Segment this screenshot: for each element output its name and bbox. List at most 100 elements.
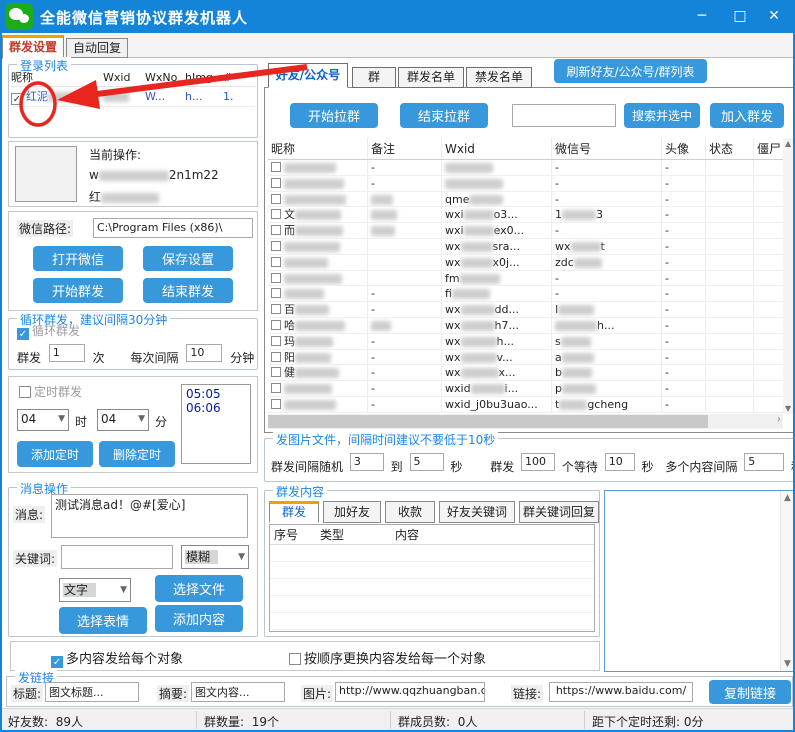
content-table-row[interactable] — [270, 579, 594, 596]
tab-forbid-list[interactable]: 禁发名单 — [466, 67, 532, 88]
row-checkbox[interactable] — [271, 399, 281, 409]
minute-select[interactable]: 04▼ — [97, 409, 149, 431]
end-mass-send-button[interactable]: 结束群发 — [143, 278, 233, 303]
wechat-path-input[interactable]: C:\Program Files (x86)\ — [93, 218, 253, 238]
row-checkbox[interactable] — [271, 194, 281, 204]
timed-send-checkbox[interactable] — [19, 386, 31, 398]
content-table-row[interactable] — [270, 596, 594, 613]
table-row[interactable]: wxsra...wxt- — [268, 239, 783, 255]
keyword-input[interactable] — [61, 545, 173, 569]
open-wechat-button[interactable]: 打开微信 — [33, 246, 123, 271]
tab-send-list[interactable]: 群发名单 — [398, 67, 464, 88]
timer-list[interactable]: 05:0506:06 — [181, 384, 251, 464]
timer-list-item[interactable]: 05:05 — [186, 387, 246, 401]
table-row[interactable]: --- — [268, 176, 783, 192]
save-settings-button[interactable]: 保存设置 — [143, 246, 233, 271]
row-checkbox[interactable] — [271, 257, 281, 267]
end-pull-group-button[interactable]: 结束拉群 — [400, 103, 488, 128]
table-row[interactable]: -wxidi...p- — [268, 381, 783, 397]
add-to-send-button[interactable]: 加入群发 — [710, 103, 784, 128]
tab-mass-send-settings[interactable]: 群发设置 — [2, 35, 64, 59]
timer-list-item[interactable]: 06:06 — [186, 401, 246, 415]
link-url-input[interactable]: https://www.baidu.com/ — [549, 682, 693, 702]
maximize-button[interactable]: □ — [729, 6, 751, 26]
login-table-row[interactable]: ✓红泥 W... h... 1. — [11, 87, 255, 107]
vertical-scrollbar[interactable]: ▲▼ — [783, 138, 795, 414]
row-checkbox[interactable] — [271, 241, 281, 251]
row-checkbox[interactable] — [271, 162, 281, 172]
close-button[interactable]: ✕ — [763, 6, 785, 26]
table-row[interactable]: fm-- — [268, 271, 783, 287]
search-input[interactable] — [512, 104, 616, 127]
link-summary-input[interactable]: 图文内容... — [191, 682, 285, 702]
hour-select[interactable]: 04▼ — [17, 409, 69, 431]
table-row[interactable]: qme-- — [268, 192, 783, 208]
interval-min-input[interactable]: 3 — [350, 453, 384, 471]
row-checkbox[interactable] — [271, 273, 281, 283]
row-checkbox[interactable] — [271, 178, 281, 188]
tab-auto-reply[interactable]: 自动回复 — [66, 38, 128, 58]
row-checkbox[interactable] — [271, 288, 281, 298]
table-row[interactable]: wxx0j...zdc- — [268, 255, 783, 271]
interval-max-input[interactable]: 5 — [410, 453, 444, 471]
message-textarea[interactable]: 测试消息ad！@#[爱心] — [51, 494, 248, 538]
content-table-row[interactable] — [270, 545, 594, 562]
search-select-button[interactable]: 搜索并选中 — [624, 103, 700, 128]
content-type-select[interactable]: 文字▼ — [59, 578, 131, 602]
loop-count-input[interactable]: 1 — [49, 344, 85, 362]
content-table-row[interactable] — [270, 562, 594, 579]
sequence-checkbox[interactable] — [289, 653, 301, 665]
row-checkbox[interactable] — [271, 352, 281, 362]
content-tab-collect[interactable]: 收款 — [385, 501, 435, 523]
log-listbox[interactable]: ▲▼ — [604, 490, 795, 672]
table-row[interactable]: -fi-- — [268, 286, 783, 302]
row-checkbox[interactable] — [271, 320, 281, 330]
tab-groups[interactable]: 群 — [352, 67, 396, 88]
content-tab-mass-send[interactable]: 群发 — [269, 501, 319, 523]
multi-content-interval-input[interactable]: 5 — [744, 453, 784, 471]
table-row[interactable]: --- — [268, 160, 783, 176]
content-tab-group-keyword[interactable]: 群关键词回复 — [519, 501, 599, 523]
link-image-input[interactable]: http://www.qqzhuangban.c — [335, 682, 485, 702]
batch-count-input[interactable]: 100 — [521, 453, 555, 471]
table-row[interactable]: 百-wxdd...I- — [268, 302, 783, 318]
select-emoji-button[interactable]: 选择表情 — [59, 607, 147, 634]
minimize-button[interactable]: ─ — [691, 6, 713, 26]
multi-content-checkbox[interactable]: ✓ — [51, 656, 63, 668]
table-row[interactable]: 阳-wxv...a- — [268, 350, 783, 366]
row-checkbox[interactable] — [271, 209, 281, 219]
select-file-button[interactable]: 选择文件 — [155, 575, 243, 602]
table-row[interactable]: -wxid_j0bu3uao...tgcheng- — [268, 397, 783, 413]
start-mass-send-button[interactable]: 开始群发 — [33, 278, 123, 303]
row-checkbox[interactable] — [271, 304, 281, 314]
delete-timer-button[interactable]: 删除定时 — [99, 441, 175, 467]
content-table-row[interactable] — [270, 613, 594, 630]
start-pull-group-button[interactable]: 开始拉群 — [290, 103, 378, 128]
table-row[interactable]: 玛-wxh...s- — [268, 334, 783, 350]
horizontal-scrollbar[interactable]: › — [268, 414, 783, 429]
table-row[interactable]: 而wxiex0...-- — [268, 223, 783, 239]
login-account-checkbox[interactable]: ✓ — [11, 93, 23, 105]
add-timer-button[interactable]: 添加定时 — [17, 441, 93, 467]
table-row[interactable]: 哈wxh7...h...- — [268, 318, 783, 334]
content-tab-add-friend[interactable]: 加好友 — [323, 501, 381, 523]
table-row[interactable]: 文wxio3...13- — [268, 207, 783, 223]
content-tab-friend-keyword[interactable]: 好友关键词 — [439, 501, 515, 523]
row-checkbox[interactable] — [271, 367, 281, 377]
link-title-input[interactable]: 图文标题... — [45, 682, 139, 702]
log-scrollbar[interactable]: ▲▼ — [780, 491, 794, 671]
tab-friends-public[interactable]: 好友/公众号 — [268, 63, 348, 88]
wait-seconds-input[interactable]: 10 — [605, 453, 635, 471]
add-content-button[interactable]: 添加内容 — [155, 605, 243, 632]
match-mode-select[interactable]: 模糊▼ — [181, 545, 249, 569]
scrollbar-thumb[interactable] — [268, 415, 708, 428]
table-row[interactable]: 健-wxx...b- — [268, 365, 783, 381]
row-checkbox[interactable] — [271, 336, 281, 346]
loop-interval-input[interactable]: 10 — [186, 344, 222, 362]
row-checkbox[interactable] — [271, 225, 281, 235]
row-checkbox[interactable] — [271, 383, 281, 393]
copy-link-button[interactable]: 复制链接 — [709, 680, 791, 704]
login-himg: h... — [185, 87, 223, 106]
loop-send-checkbox[interactable]: ✓ — [17, 328, 29, 340]
refresh-list-button[interactable]: 刷新好友/公众号/群列表 — [554, 59, 707, 83]
